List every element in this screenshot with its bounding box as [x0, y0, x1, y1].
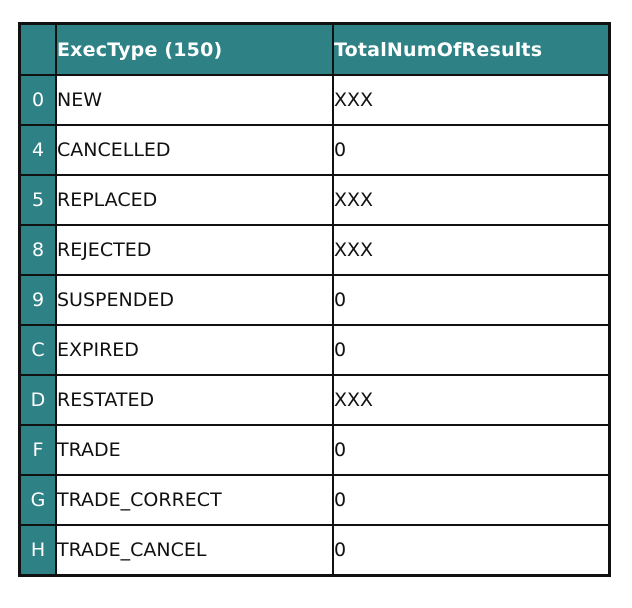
row-exec-type: EXPIRED — [55, 324, 334, 376]
header-total-results: TotalNumOfResults — [332, 22, 611, 76]
table-row: H TRADE_CANCEL 0 — [18, 524, 611, 577]
row-total: 0 — [332, 274, 611, 326]
table-row: G TRADE_CORRECT 0 — [18, 474, 611, 526]
table-row: C EXPIRED 0 — [18, 324, 611, 376]
row-code: D — [18, 374, 57, 426]
exec-type-table: ExecType (150) TotalNumOfResults 0 NEW X… — [18, 22, 611, 577]
row-total: 0 — [332, 124, 611, 176]
header-exec-type: ExecType (150) — [55, 22, 334, 76]
row-code: 9 — [18, 274, 57, 326]
table-row: D RESTATED XXX — [18, 374, 611, 426]
row-total: XXX — [332, 374, 611, 426]
table-row: 8 REJECTED XXX — [18, 224, 611, 276]
table-row: 0 NEW XXX — [18, 74, 611, 126]
row-code: 4 — [18, 124, 57, 176]
row-code: H — [18, 524, 57, 577]
header-code-cell — [18, 22, 57, 76]
row-exec-type: CANCELLED — [55, 124, 334, 176]
row-exec-type: TRADE_CANCEL — [55, 524, 334, 577]
row-code: 8 — [18, 224, 57, 276]
row-exec-type: RESTATED — [55, 374, 334, 426]
table-row: F TRADE 0 — [18, 424, 611, 476]
row-total: 0 — [332, 424, 611, 476]
row-code: F — [18, 424, 57, 476]
row-total: 0 — [332, 524, 611, 577]
row-total: 0 — [332, 474, 611, 526]
table-row: 9 SUSPENDED 0 — [18, 274, 611, 326]
row-exec-type: REPLACED — [55, 174, 334, 226]
row-code: G — [18, 474, 57, 526]
row-exec-type: NEW — [55, 74, 334, 126]
row-exec-type: TRADE_CORRECT — [55, 474, 334, 526]
row-code: 0 — [18, 74, 57, 126]
row-total: XXX — [332, 224, 611, 276]
header-row: ExecType (150) TotalNumOfResults — [18, 22, 611, 76]
row-exec-type: REJECTED — [55, 224, 334, 276]
row-total: XXX — [332, 174, 611, 226]
table-row: 5 REPLACED XXX — [18, 174, 611, 226]
row-code: C — [18, 324, 57, 376]
row-exec-type: TRADE — [55, 424, 334, 476]
row-total: XXX — [332, 74, 611, 126]
row-exec-type: SUSPENDED — [55, 274, 334, 326]
row-total: 0 — [332, 324, 611, 376]
row-code: 5 — [18, 174, 57, 226]
table-row: 4 CANCELLED 0 — [18, 124, 611, 176]
